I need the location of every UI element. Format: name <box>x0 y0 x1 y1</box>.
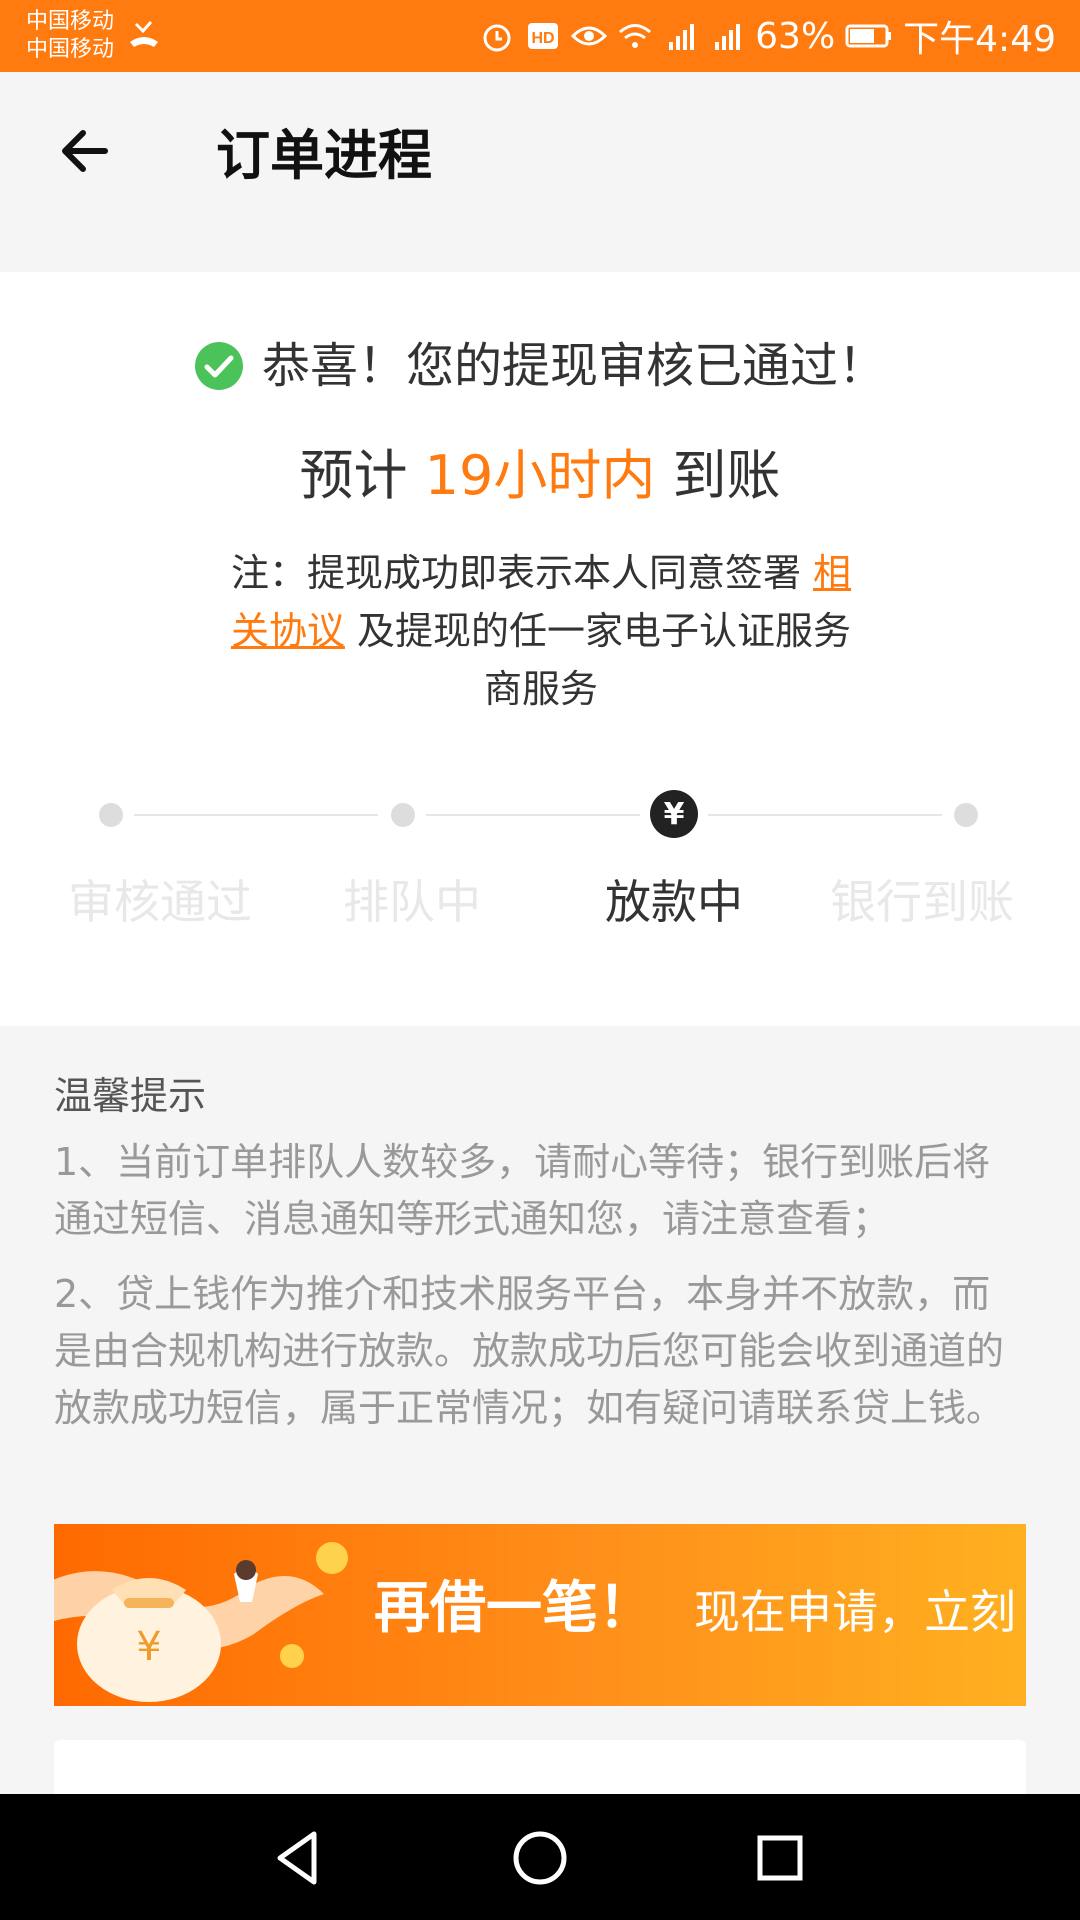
note-prefix: 注：提现成功即表示本人同意签署 <box>230 551 801 595</box>
header: 订单进程 <box>0 72 1080 240</box>
signal-2g-icon <box>709 18 745 54</box>
step-dot-4 <box>954 803 978 827</box>
step-connector-1 <box>134 814 378 816</box>
step-connector-3 <box>708 814 942 816</box>
check-circle-icon <box>194 342 243 390</box>
signal-4g-icon <box>663 18 699 54</box>
alarm-icon <box>479 18 515 54</box>
back-button[interactable] <box>50 116 120 186</box>
square-recents-icon <box>757 1835 803 1881</box>
battery-icon <box>845 18 893 54</box>
battery-percent: 63% <box>755 15 836 57</box>
carrier-1: 中国移动 <box>26 9 115 34</box>
step-label-2: 排队中 <box>343 875 481 929</box>
progress-steps: ¥ 审核通过 排队中 放款中 银行到账 <box>0 790 1080 929</box>
eta-highlight: 19小时内 <box>424 444 656 507</box>
step-connector-2 <box>426 814 640 816</box>
success-message: 恭喜！您的提现审核已通过！ <box>0 336 1080 396</box>
borrow-again-banner[interactable]: ¥ 再借一笔！ 现在申请，立刻 <box>54 1524 1026 1706</box>
eta-line: 预计 19小时内 到账 <box>0 442 1080 510</box>
banner-title: 再借一笔！ <box>374 1576 654 1641</box>
step-label-1: 审核通过 <box>68 875 252 929</box>
missed-call-icon <box>126 18 162 54</box>
eye-icon <box>571 18 608 54</box>
success-text: 恭喜！您的提现审核已通过！ <box>261 338 886 394</box>
hd-icon: HD <box>525 18 561 54</box>
svg-text:HD: HD <box>532 30 555 47</box>
carrier-info: 中国移动 中国移动 <box>26 8 114 64</box>
wifi-icon <box>617 18 653 54</box>
step-label-3: 放款中 <box>605 875 743 929</box>
clock: 下午4:49 <box>903 19 1056 60</box>
note-suffix: 及提现的任一家电子认证服务商服务 <box>357 609 852 711</box>
circle-home-icon <box>513 1831 567 1885</box>
order-status-card: 恭喜！您的提现审核已通过！ 预计 19小时内 到账 注：提现成功即表示本人同意签… <box>0 272 1080 1026</box>
status-bar: 中国移动 中国移动 HD 63% 下午4:49 <box>0 0 1080 72</box>
step-dot-2 <box>391 803 415 827</box>
nav-back-button[interactable] <box>268 1826 332 1890</box>
nav-recents-button[interactable] <box>748 1826 812 1890</box>
tip-item-2: 2、贷上钱作为推介和技术服务平台，本身并不放款，而是由合规机构进行放款。放款成功… <box>54 1272 1005 1430</box>
nav-home-button[interactable] <box>508 1826 572 1890</box>
eta-suffix: 到账 <box>672 444 781 507</box>
step-current-yen-icon: ¥ <box>650 790 698 838</box>
banner-subtitle: 现在申请，立刻 <box>694 1585 1016 1639</box>
svg-text:¥: ¥ <box>136 1624 161 1670</box>
tips-section: 温馨提示 1、当前订单排队人数较多，请耐心等待；银行到账后将通过短信、消息通知等… <box>54 1070 1014 1437</box>
arrow-left-icon <box>62 130 108 172</box>
step-dot-1 <box>99 803 123 827</box>
step-label-4: 银行到账 <box>830 875 1014 929</box>
tip-item-1: 1、当前订单排队人数较多，请耐心等待；银行到账后将通过短信、消息通知等形式通知您… <box>54 1140 991 1241</box>
status-icons: HD 63% 下午4:49 <box>479 0 1056 72</box>
agreement-note: 注：提现成功即表示本人同意签署 相关协议 及提现的任一家电子认证服务商服务 <box>216 544 866 718</box>
carrier-2: 中国移动 <box>26 37 115 62</box>
page-title: 订单进程 <box>216 124 432 187</box>
eta-prefix: 预计 <box>299 444 408 507</box>
triangle-back-icon <box>277 1831 317 1885</box>
money-bag-illustration: ¥ <box>54 1542 348 1702</box>
system-nav-bar <box>0 1794 1080 1920</box>
tips-title: 温馨提示 <box>54 1074 207 1118</box>
